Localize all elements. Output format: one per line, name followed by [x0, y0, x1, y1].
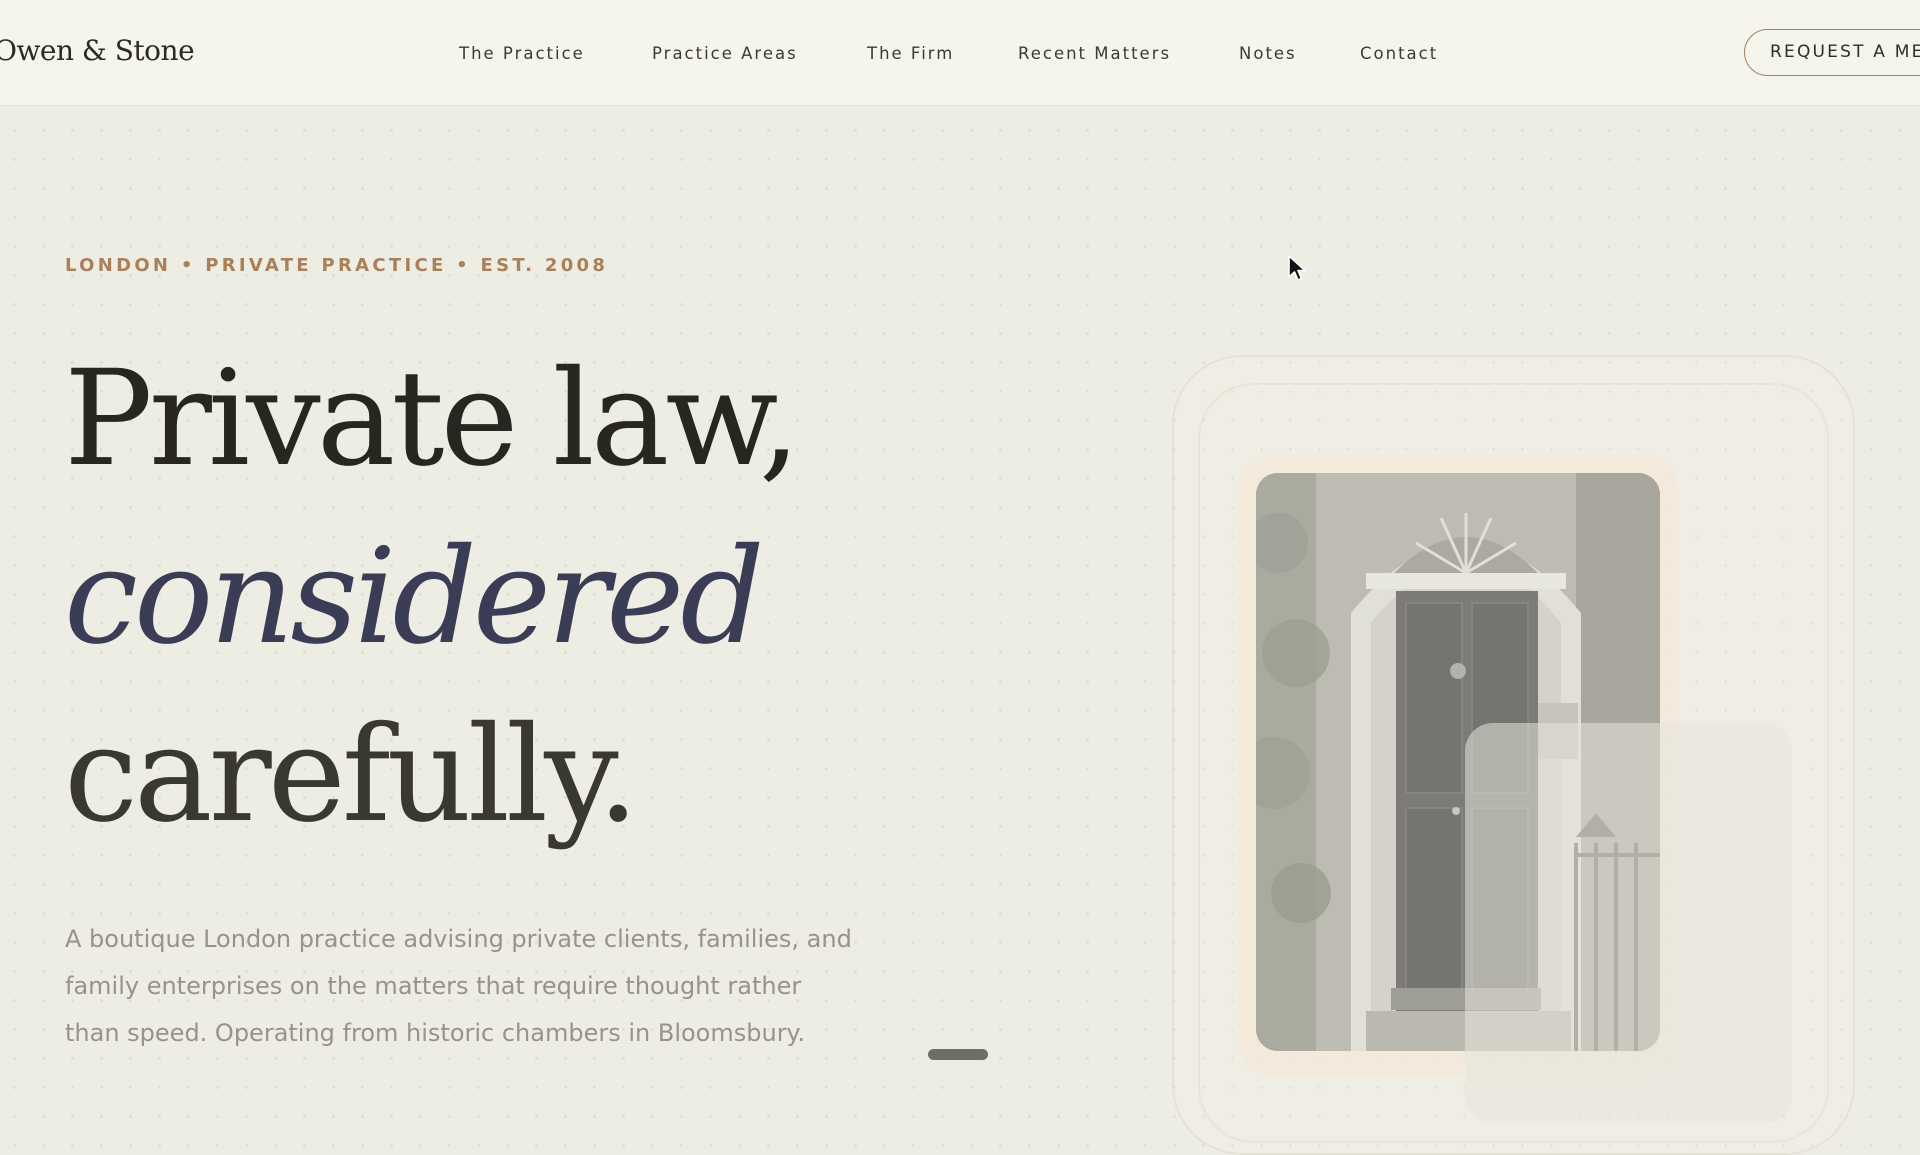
scroll-indicator[interactable] [928, 1049, 988, 1060]
nav-item-contact[interactable]: Contact [1360, 44, 1438, 63]
nav-item-recent-matters[interactable]: Recent Matters [1018, 44, 1171, 63]
headline-line-1: Private law, [64, 342, 801, 496]
nav-item-the-practice[interactable]: The Practice [459, 44, 585, 63]
brand-logo[interactable]: Owen & Stone [0, 34, 195, 67]
headline-line-3: carefully. [64, 698, 639, 852]
hero-eyebrow: LONDON • PRIVATE PRACTICE • EST. 2008 [65, 255, 609, 276]
nav-item-the-firm[interactable]: The Firm [867, 44, 954, 63]
headline-line-2: considered [64, 520, 765, 674]
site-header: Owen & Stone The Practice Practice Areas… [0, 0, 1920, 106]
nav-item-practice-areas[interactable]: Practice Areas [652, 44, 798, 63]
hero-lede: A boutique London practice advising priv… [65, 925, 852, 1047]
hero-headline: Private law, considered carefully. [64, 330, 801, 864]
mouse-pointer-icon [1288, 255, 1306, 281]
nav-item-notes[interactable]: Notes [1239, 44, 1297, 63]
decorative-overlay-panel [1465, 723, 1792, 1123]
request-meeting-button[interactable]: REQUEST A MEETING [1744, 29, 1920, 76]
